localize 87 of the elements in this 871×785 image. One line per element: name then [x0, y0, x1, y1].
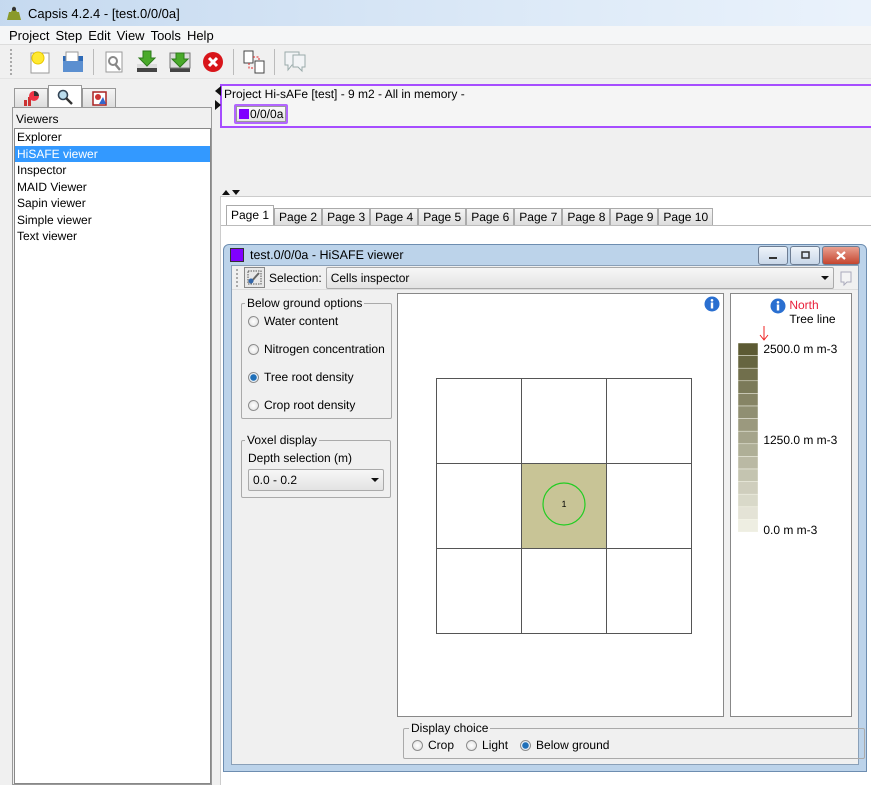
folder-icon[interactable]: [60, 48, 86, 75]
caret-icon: [371, 478, 379, 482]
list-item[interactable]: Inspector: [15, 162, 210, 178]
page-tab[interactable]: Page 10: [658, 208, 714, 225]
panel-tab[interactable]: [14, 88, 48, 107]
scale-label: 2500.0 m m-3: [763, 342, 838, 356]
selection-label: Selection:: [269, 270, 322, 284]
page-tab[interactable]: Page 9: [610, 208, 658, 225]
tools-icon: [247, 270, 262, 285]
arrow-icon: [759, 326, 770, 341]
window-title: Capsis 4.2.4 - [test.0/0/0a]: [28, 6, 180, 21]
minimize-button[interactable]: [758, 246, 788, 264]
page-tab[interactable]: Page 4: [370, 208, 418, 225]
page-tab[interactable]: Page 8: [562, 208, 610, 225]
splitter-arrows-icon[interactable]: [215, 86, 221, 110]
group-title: Below ground options: [246, 296, 364, 310]
menu-item[interactable]: Help: [184, 28, 217, 43]
menu-item[interactable]: View: [114, 28, 148, 43]
radio-option[interactable]: Light: [466, 738, 508, 752]
radio-button[interactable]: [248, 400, 259, 410]
toolbar-grip: [236, 268, 240, 286]
close-button[interactable]: [822, 246, 860, 264]
maximize-button[interactable]: [790, 246, 820, 264]
scale-label: 0.0 m m-3: [763, 523, 818, 537]
menu-item[interactable]: Tools: [148, 28, 184, 43]
menu-item[interactable]: Step: [52, 28, 86, 43]
page-tab[interactable]: Page 6: [466, 208, 514, 225]
search-icon: [57, 88, 73, 104]
page-tab[interactable]: Page 1: [226, 205, 274, 225]
depth-dropdown[interactable]: 0.0 - 0.2: [248, 469, 384, 491]
info-icon[interactable]: [770, 298, 786, 314]
panel-tab[interactable]: [48, 85, 82, 107]
list-heading: Viewers: [15, 111, 60, 128]
page-tab[interactable]: Page 7: [514, 208, 562, 225]
page-tab[interactable]: Page 2: [274, 208, 322, 225]
group-title: Display choice: [410, 721, 490, 735]
list-item[interactable]: Sapin viewer: [15, 195, 210, 212]
radio-option[interactable]: Below ground: [520, 738, 610, 752]
radio-label: Tree root density: [264, 370, 354, 384]
viewer-color-square: [230, 248, 244, 262]
page-tab[interactable]: Page 3: [322, 208, 370, 225]
scale-label: 1250.0 m m-3: [763, 432, 838, 446]
radio-option[interactable]: Water content: [248, 314, 385, 328]
app-icon: [6, 5, 22, 22]
radio-button[interactable]: [248, 344, 259, 354]
minimize-icon: [769, 257, 777, 259]
radio-label: Crop: [428, 738, 454, 752]
caret-icon: [821, 276, 829, 280]
radio-button[interactable]: [412, 740, 423, 750]
radio-option[interactable]: Tree root density: [248, 370, 385, 384]
page-tab[interactable]: Page 5: [418, 208, 466, 225]
panel-tab[interactable]: [82, 88, 116, 107]
splitter-arrows-icon[interactable]: [222, 189, 240, 196]
list-item[interactable]: Simple viewer: [15, 212, 210, 228]
radio-option[interactable]: Crop root density: [248, 398, 385, 412]
info-icon[interactable]: [704, 296, 720, 312]
tools-button[interactable]: [244, 267, 265, 288]
selection-dropdown[interactable]: Cells inspector: [326, 266, 834, 288]
radio-option[interactable]: Crop: [412, 738, 454, 752]
download-icon[interactable]: [134, 48, 160, 75]
radio-button[interactable]: [248, 372, 259, 382]
window-title: test.0/0/0a - HiSAFE viewer: [250, 248, 404, 262]
menu-item[interactable]: Edit: [85, 28, 114, 43]
list-item[interactable]: MAID Viewer: [15, 178, 210, 195]
shapes-icon: [91, 90, 107, 106]
chart-icon: [23, 90, 39, 106]
radio-button[interactable]: [248, 316, 259, 326]
step-button[interactable]: 0/0/0a: [234, 104, 288, 124]
close-icon: [836, 250, 846, 260]
radio-label: Below ground: [536, 738, 610, 752]
project-title: Project Hi-sAFe [test] - 9 m2 - All in memory -: [224, 87, 466, 101]
radio-label: Water content: [264, 314, 338, 328]
group-title: Voxel display: [246, 433, 318, 447]
north-label: North: [789, 298, 820, 312]
maximize-icon: [800, 251, 810, 259]
radio-label: Light: [482, 738, 508, 752]
radio-button[interactable]: [466, 740, 478, 750]
radio-label: Crop root density: [264, 398, 356, 412]
toolbar-grip: [10, 48, 14, 75]
tree-marker: 1: [542, 482, 586, 526]
list-item[interactable]: Explorer: [15, 129, 210, 146]
list-item[interactable]: Text viewer: [15, 228, 210, 244]
compare-icon[interactable]: [241, 48, 267, 75]
depth-label: Depth selection (m): [248, 451, 354, 465]
radio-button[interactable]: [520, 740, 532, 750]
menu-item[interactable]: Project: [6, 28, 52, 43]
tree-line-label: Tree line: [789, 312, 836, 326]
